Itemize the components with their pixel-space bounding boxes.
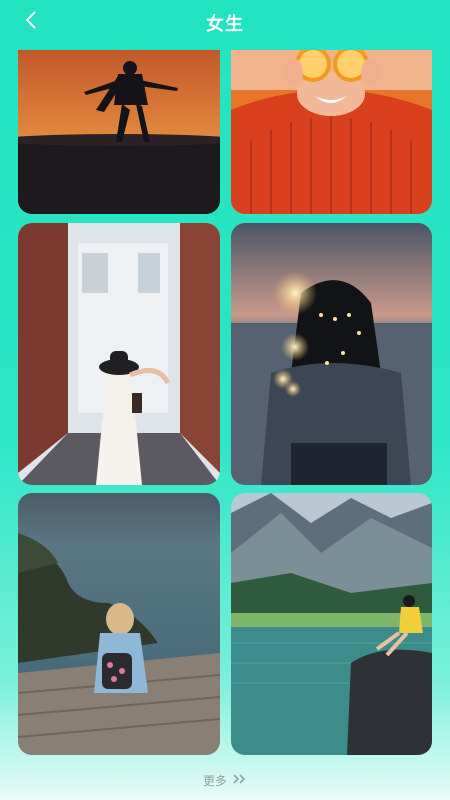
orange-eyes-image (231, 50, 432, 214)
more-label: 更多 (202, 773, 227, 788)
more-button[interactable]: 更多 (0, 768, 450, 792)
lights-sea-image (231, 223, 432, 485)
mountain-lake-image (231, 493, 432, 755)
double-chevron-right-icon (233, 772, 247, 788)
photo-card-mountain-lake[interactable] (231, 493, 432, 755)
alley-hat-image (18, 223, 220, 485)
top-bar: 女生 (0, 0, 450, 46)
photo-card-alley-hat[interactable] (18, 223, 220, 485)
photo-card-lights-sea[interactable] (231, 223, 432, 485)
photo-card-silhouette-sunset[interactable] (18, 50, 220, 214)
photo-card-orange-eyes[interactable] (231, 50, 432, 214)
back-button[interactable] (16, 8, 46, 38)
page-title: 女生 (206, 14, 244, 35)
cliff-coast-image (18, 493, 220, 755)
photo-card-cliff-coast[interactable] (18, 493, 220, 755)
chevron-left-icon (24, 10, 38, 36)
silhouette-sunset-image (18, 50, 220, 214)
